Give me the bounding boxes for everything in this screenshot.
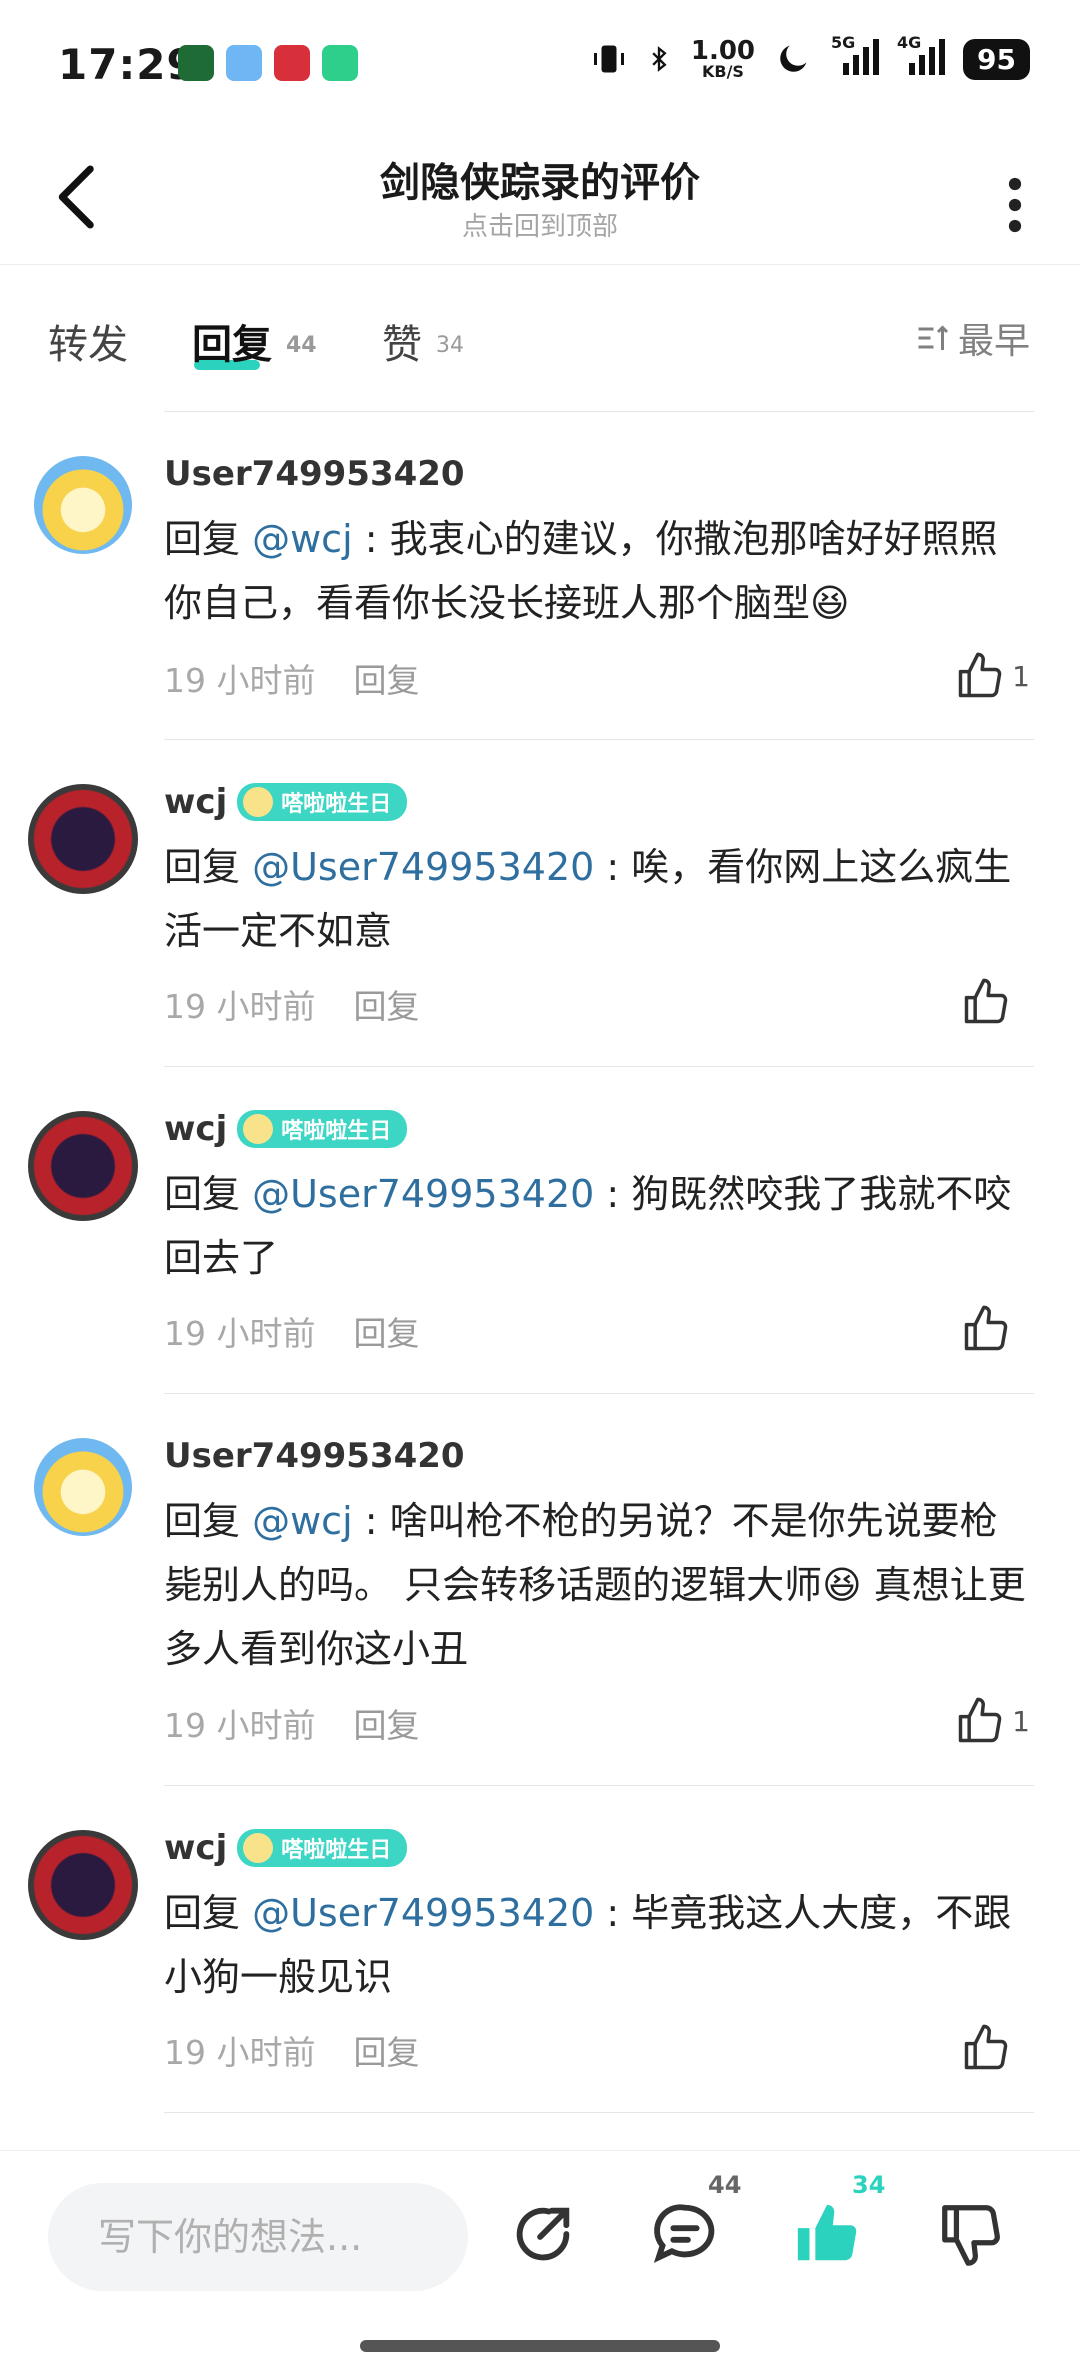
tab-likes-count: 34 <box>436 333 464 358</box>
comment-text: 回复 @wcj : 啥叫枪不枪的另说？不是你先说要枪毙别人的吗。 只会转移话题的… <box>164 1499 1026 1671</box>
thumbs-down-icon[interactable] <box>936 2199 1006 2269</box>
tab-replies[interactable]: 回复 44 <box>192 312 317 370</box>
vibrate-icon <box>593 45 624 73</box>
like-button[interactable] <box>960 2022 1012 2074</box>
character-icon <box>243 1114 274 1144</box>
sort-button[interactable]: 最早 <box>914 312 1030 364</box>
status-time: 17:29 <box>58 40 197 89</box>
like-button[interactable]: 1 <box>954 1695 1030 1747</box>
character-icon <box>243 1833 274 1863</box>
page-header[interactable]: 剑隐侠踪录的评价 点击回到顶部 <box>0 130 1080 265</box>
scroll-to-top-hint[interactable]: 点击回到顶部 <box>0 206 1080 243</box>
divider <box>164 1066 1034 1067</box>
thumbs-up-icon <box>964 1305 1008 1351</box>
username[interactable]: wcj 嗒啦啦生日 <box>164 1109 408 1149</box>
bluetooth-icon <box>652 46 667 72</box>
like-button[interactable]: 1 <box>954 650 1030 702</box>
username[interactable]: User749953420 <box>164 1436 465 1476</box>
comment-meta: 19 小时前 回复 <box>164 987 420 1026</box>
mention-link[interactable]: @User749953420 <box>252 1172 594 1216</box>
thumbs-up-icon <box>964 2024 1008 2070</box>
avatar[interactable] <box>28 1830 138 1940</box>
avatar[interactable] <box>34 1438 132 1536</box>
like-count: 34 <box>852 2171 886 2199</box>
comment-text: 回复 @wcj : 我衷心的建议，你撒泡那啥好好照照你自己，看看你长没长接班人那… <box>164 517 998 625</box>
like-button[interactable] <box>960 1303 1012 1355</box>
tab-forward[interactable]: 转发 <box>48 312 128 370</box>
weather-icon <box>226 45 262 81</box>
battery-saver-icon <box>322 45 358 81</box>
avatar[interactable] <box>34 456 132 554</box>
character-icon <box>243 787 274 817</box>
like-filled-icon[interactable] <box>792 2199 862 2269</box>
reply-button[interactable]: 回复 <box>353 2033 419 2072</box>
app-notification-icon <box>178 45 214 81</box>
thumbs-up-icon <box>964 978 1008 1024</box>
status-bar: 17:29 1.00 KB/S 5G 4G 95 <box>0 0 1080 130</box>
divider <box>164 1785 1034 1786</box>
birthday-badge: 嗒啦啦生日 <box>237 1829 408 1867</box>
comment-count: 44 <box>708 2171 742 2199</box>
tab-bar: 转发 回复 44 赞 34 最早 <box>0 292 1080 382</box>
reply-button[interactable]: 回复 <box>353 1314 419 1353</box>
comment-meta: 19 小时前 回复 <box>164 1706 420 1745</box>
comment-text: 回复 @User749953420 : 狗既然咬我了我就不咬回去了 <box>164 1172 1012 1280</box>
comment-meta: 19 小时前 回复 <box>164 661 420 700</box>
reply-button[interactable]: 回复 <box>353 1706 419 1745</box>
bank-app-icon <box>274 45 310 81</box>
network-speed: 1.00 KB/S <box>690 36 756 81</box>
mention-link[interactable]: @wcj <box>252 1499 353 1543</box>
more-options-icon[interactable] <box>990 170 1040 240</box>
comment-meta: 19 小时前 回复 <box>164 1314 420 1353</box>
divider <box>164 2112 1034 2113</box>
reply-button[interactable]: 回复 <box>353 661 419 700</box>
tab-replies-count: 44 <box>286 333 317 358</box>
like-button[interactable] <box>960 976 1012 1028</box>
battery-level: 95 <box>963 38 1030 80</box>
birthday-badge: 嗒啦啦生日 <box>237 1110 408 1148</box>
mention-link[interactable]: @User749953420 <box>252 845 594 889</box>
thumbs-up-icon <box>958 652 1002 698</box>
divider <box>164 739 1034 740</box>
mention-link[interactable]: @User749953420 <box>252 1891 594 1935</box>
avatar[interactable] <box>28 784 138 894</box>
avatar[interactable] <box>28 1111 138 1221</box>
mention-link[interactable]: @wcj <box>252 517 353 561</box>
home-indicator[interactable] <box>360 2340 720 2352</box>
do-not-disturb-icon <box>780 45 807 72</box>
comment-text: 回复 @User749953420 : 唉，看你网上这么疯生活一定不如意 <box>164 845 1012 953</box>
signal-4g: 4G <box>897 33 946 79</box>
comment-icon[interactable] <box>650 2199 720 2269</box>
comment-meta: 19 小时前 回复 <box>164 2033 420 2072</box>
share-icon[interactable] <box>508 2199 578 2269</box>
reply-button[interactable]: 回复 <box>353 987 419 1026</box>
comment-input[interactable]: 写下你的想法... <box>48 2183 468 2291</box>
tab-likes[interactable]: 赞 34 <box>382 312 464 370</box>
username[interactable]: User749953420 <box>164 454 465 494</box>
birthday-badge: 嗒啦啦生日 <box>237 783 408 821</box>
username[interactable]: wcj 嗒啦啦生日 <box>164 782 408 822</box>
sort-icon <box>918 325 949 350</box>
page-title: 剑隐侠踪录的评价 <box>380 160 700 206</box>
thumbs-up-icon <box>958 1697 1002 1743</box>
divider <box>164 411 1034 412</box>
signal-5g: 5G <box>831 33 880 79</box>
username[interactable]: wcj 嗒啦啦生日 <box>164 1828 408 1868</box>
comment-text: 回复 @User749953420 : 毕竟我这人大度，不跟小狗一般见识 <box>164 1891 1012 1999</box>
divider <box>164 1393 1034 1394</box>
